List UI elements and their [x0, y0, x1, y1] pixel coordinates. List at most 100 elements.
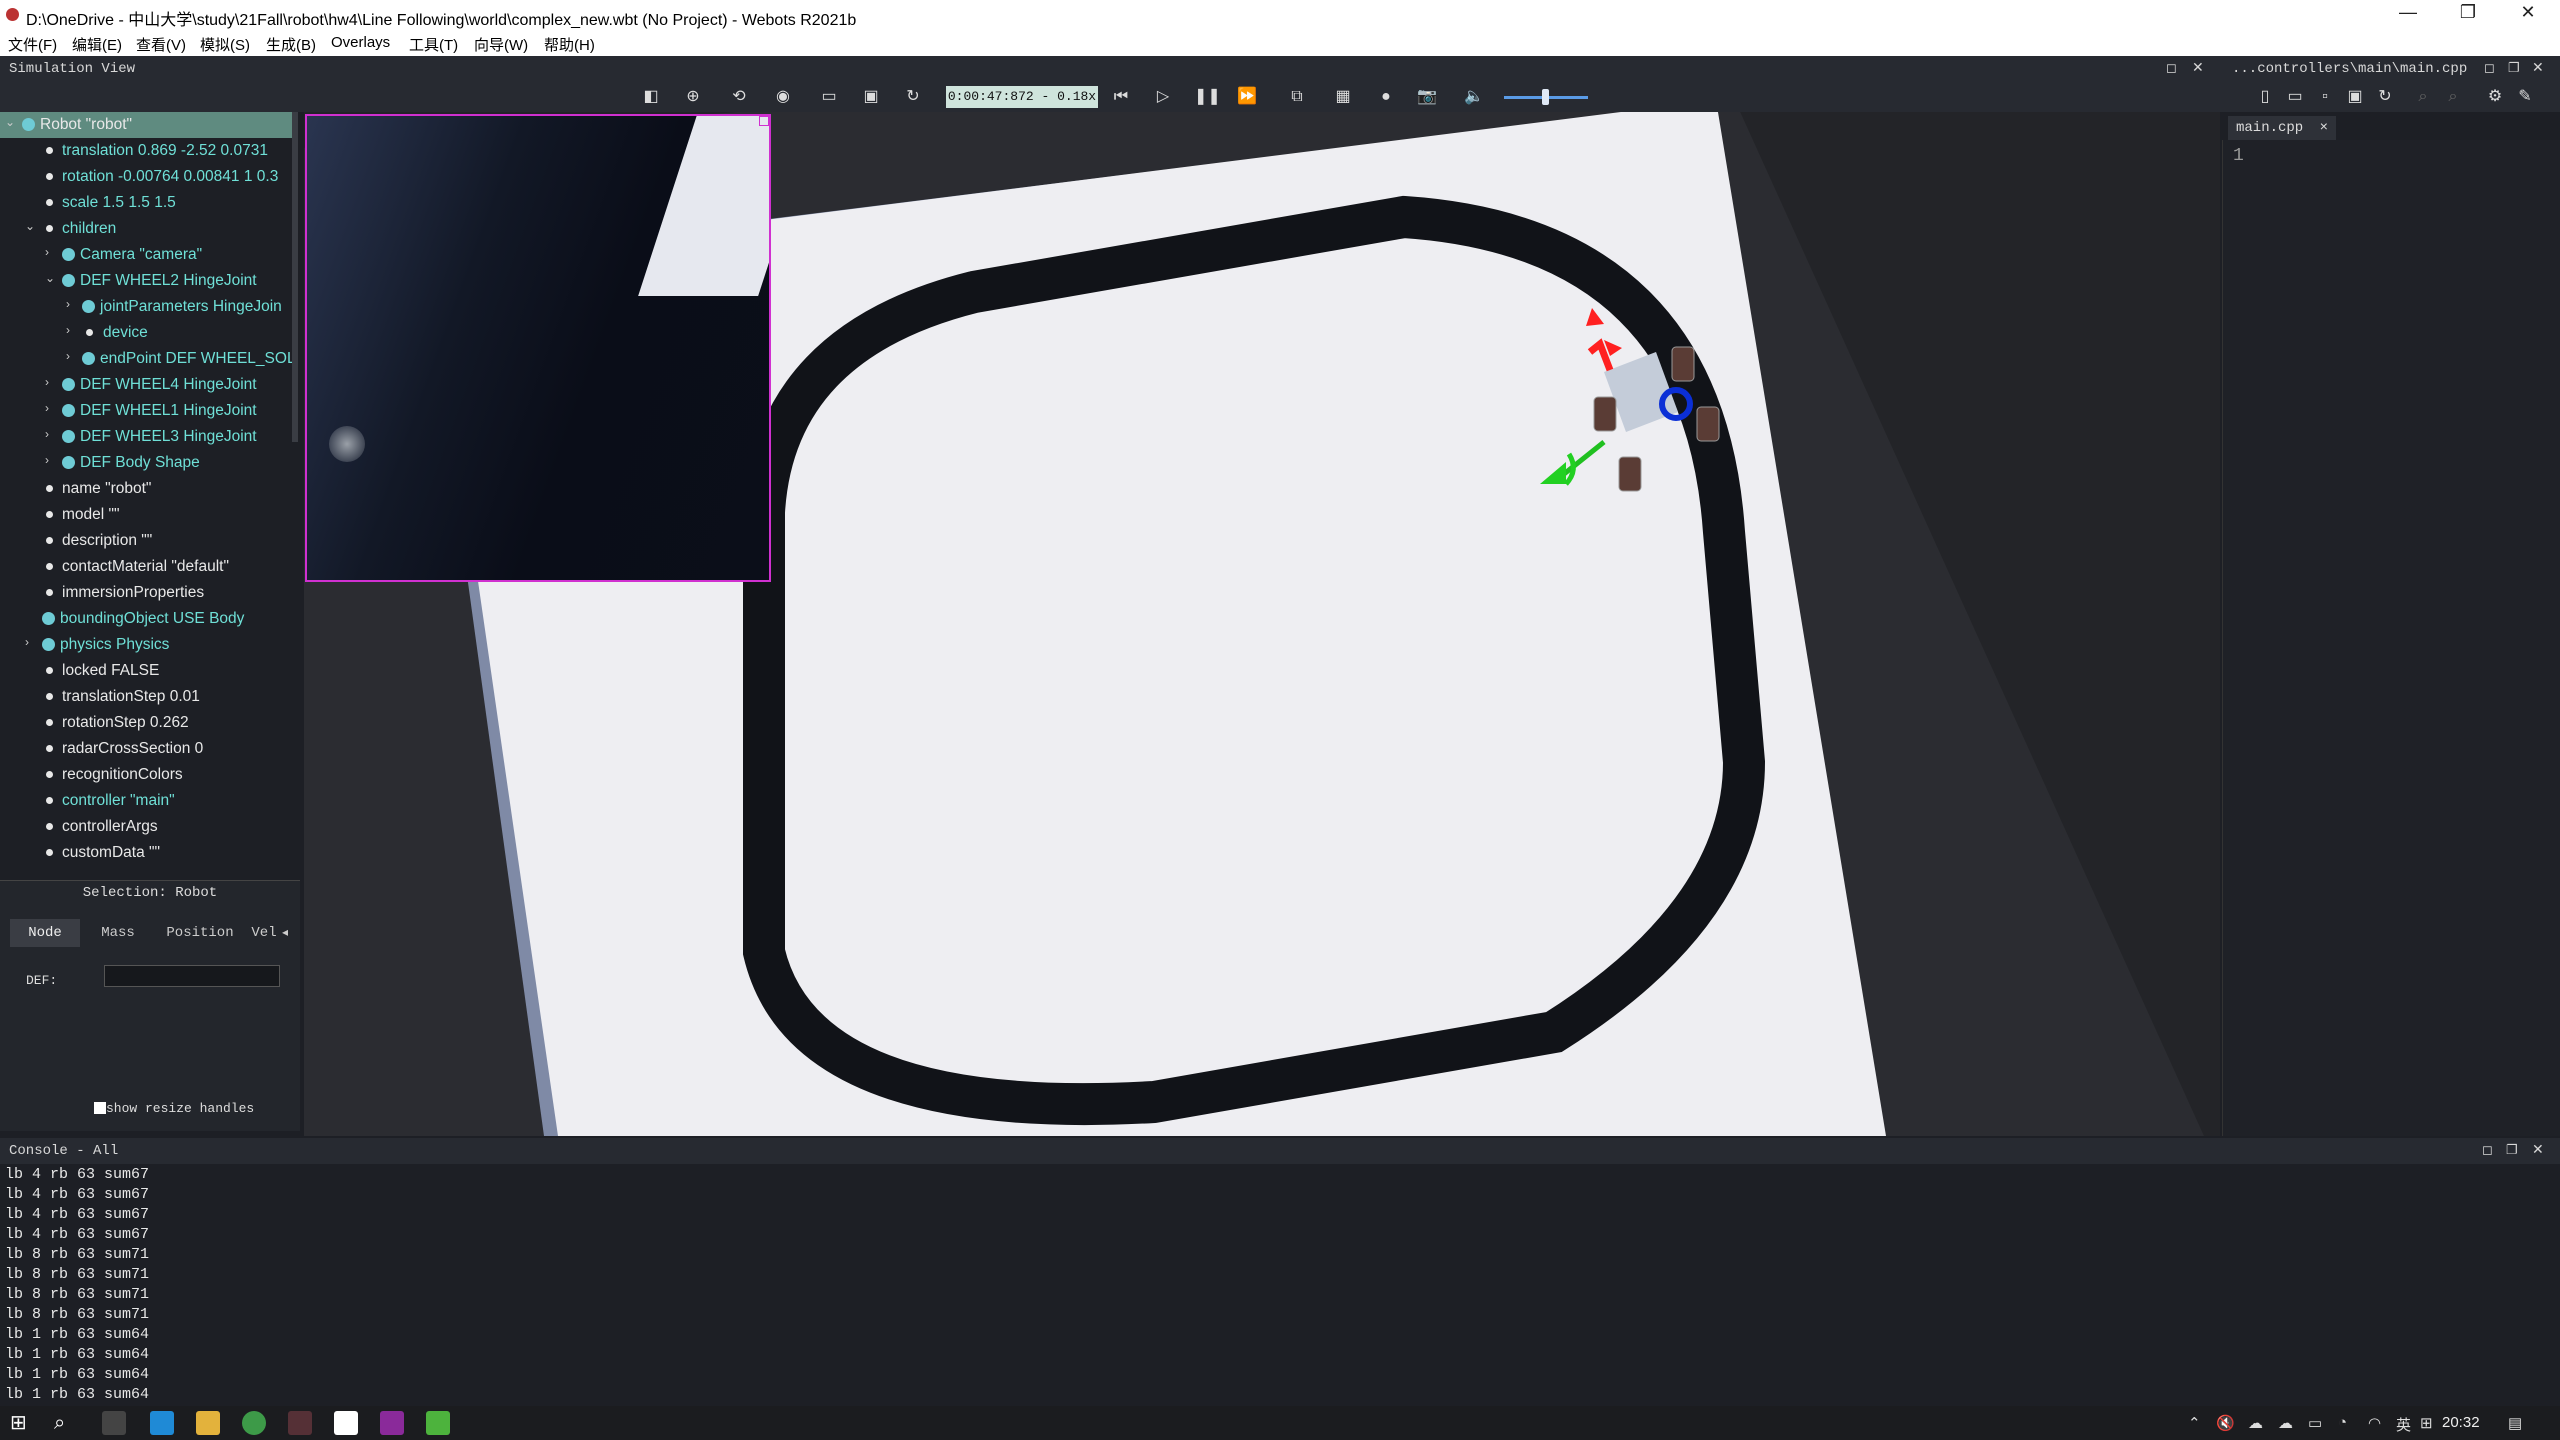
maximize-panel-icon[interactable]: ❐: [2508, 60, 2520, 76]
clock[interactable]: 20:32: [2442, 1414, 2480, 1431]
tray-chevron-icon[interactable]: ⌃: [2188, 1414, 2201, 1432]
save-file-icon[interactable]: ▫: [2314, 86, 2336, 108]
reset-simulation-icon[interactable]: ⏮: [1110, 86, 1132, 108]
add-node-icon[interactable]: ⊕: [682, 86, 704, 108]
open-file-icon[interactable]: ▭: [2284, 86, 2306, 108]
clean-icon[interactable]: ✎: [2514, 86, 2536, 108]
tree-item-robot[interactable]: ⌄ Robot "robot": [0, 112, 292, 138]
code-editor[interactable]: 1: [2222, 140, 2560, 1136]
tab-position[interactable]: Position: [156, 919, 244, 947]
scene-tree-scrollbar[interactable]: [292, 112, 298, 442]
close-panel-icon[interactable]: ✕: [2532, 1141, 2544, 1158]
menu-edit[interactable]: 编辑(E): [72, 34, 122, 55]
tab-mass[interactable]: Mass: [84, 919, 152, 947]
def-input[interactable]: [104, 965, 280, 987]
ide-icon[interactable]: [380, 1411, 404, 1435]
expand-arrow-icon[interactable]: ›: [45, 375, 49, 389]
menu-wizards[interactable]: 向导(W): [474, 34, 528, 55]
new-file-icon[interactable]: ▯: [2254, 86, 2276, 108]
menu-file[interactable]: 文件(F): [8, 34, 57, 55]
build-settings-icon[interactable]: ⚙: [2484, 86, 2506, 108]
maximize-button[interactable]: ❐: [2448, 2, 2488, 23]
network-icon[interactable]: ◔: [2338, 1414, 2347, 1431]
menu-help[interactable]: 帮助(H): [544, 34, 595, 55]
close-window-button[interactable]: ✕: [2508, 2, 2548, 23]
menu-overlays[interactable]: Overlays: [331, 34, 390, 51]
record-animation-icon[interactable]: ●: [1375, 86, 1397, 108]
expand-arrow-icon[interactable]: ›: [45, 401, 49, 415]
float-panel-icon[interactable]: ◻: [2166, 60, 2177, 76]
scene-tree[interactable]: ⌄ Robot "robot" translation 0.869 -2.52 …: [0, 112, 297, 872]
show-resize-handles-checkbox[interactable]: show resize handles: [94, 1101, 254, 1116]
screenshot-icon[interactable]: 📷: [1416, 86, 1438, 108]
tab-main-cpp[interactable]: main.cpp ×: [2228, 116, 2336, 140]
pause-icon[interactable]: ❚❚: [1194, 86, 1221, 108]
find-icon[interactable]: ⌕: [2412, 86, 2434, 108]
maximize-panel-icon[interactable]: ❐: [2506, 1142, 2518, 1158]
file-explorer-icon[interactable]: [196, 1411, 220, 1435]
save-world-icon[interactable]: ▣: [860, 86, 882, 108]
vscode-icon[interactable]: [150, 1411, 174, 1435]
expand-arrow-icon[interactable]: ›: [66, 297, 70, 311]
onedrive-icon[interactable]: ☁: [2248, 1414, 2263, 1432]
ime-language[interactable]: 英: [2396, 1414, 2411, 1435]
wifi-icon[interactable]: ◠: [2368, 1414, 2381, 1432]
collapse-arrow-icon[interactable]: ⌄: [5, 115, 15, 129]
expand-arrow-icon[interactable]: ›: [66, 323, 70, 337]
menu-view[interactable]: 查看(V): [136, 34, 186, 55]
cloud-icon[interactable]: ☁: [2278, 1414, 2293, 1432]
field-bullet: [46, 589, 53, 596]
camera-overlay[interactable]: [305, 114, 771, 582]
collapse-arrow-icon[interactable]: ⌄: [25, 219, 35, 233]
notification-icon[interactable]: ▤: [2508, 1414, 2522, 1432]
node-icon: [42, 612, 55, 625]
menu-simulation[interactable]: 模拟(S): [200, 34, 250, 55]
tab-velocity[interactable]: Vel: [248, 919, 280, 947]
volume-slider-handle[interactable]: [1542, 89, 1549, 105]
menu-build[interactable]: 生成(B): [266, 34, 316, 55]
replace-icon[interactable]: ⌕: [2442, 86, 2464, 108]
volume-muted-icon[interactable]: 🔇: [2216, 1414, 2235, 1432]
toggle-scene-tree-icon[interactable]: ◧: [640, 86, 662, 108]
float-panel-icon[interactable]: ◻: [2482, 1142, 2493, 1158]
rendering-icon[interactable]: ⧉: [1286, 86, 1308, 108]
tab-scroll-left-icon[interactable]: ◂: [282, 925, 288, 939]
wechat-icon[interactable]: [426, 1411, 450, 1435]
menu-tools[interactable]: 工具(T): [409, 34, 458, 55]
viewpoint-icon[interactable]: ⟲: [728, 86, 750, 108]
close-panel-icon[interactable]: ✕: [2192, 59, 2204, 76]
revert-icon[interactable]: ↻: [2374, 86, 2396, 108]
overlay-resize-handle[interactable]: [759, 116, 769, 126]
fast-forward-icon[interactable]: ⏩: [1236, 86, 1258, 108]
step-icon[interactable]: ▷: [1152, 86, 1174, 108]
ime-mode-icon[interactable]: ⊞: [2420, 1414, 2433, 1432]
float-panel-icon[interactable]: ◻: [2484, 60, 2495, 76]
start-windows-icon[interactable]: ⊞: [10, 1411, 34, 1435]
close-panel-icon[interactable]: ✕: [2532, 59, 2544, 76]
expand-arrow-icon[interactable]: ›: [25, 635, 29, 649]
terminal-icon[interactable]: [102, 1411, 126, 1435]
webots-taskbar-icon[interactable]: [288, 1411, 312, 1435]
battery-icon[interactable]: ▭: [2308, 1414, 2322, 1432]
typora-icon[interactable]: [334, 1411, 358, 1435]
chrome-icon[interactable]: [242, 1411, 266, 1435]
console-output[interactable]: lb 4 rb 63 sum67 lb 4 rb 63 sum67 lb 4 r…: [0, 1164, 2560, 1406]
sound-icon[interactable]: 🔈: [1463, 86, 1485, 108]
tree-item-label: translationStep 0.01: [62, 688, 200, 705]
eye-icon[interactable]: ◉: [772, 86, 794, 108]
3d-viewport[interactable]: [304, 112, 2220, 1136]
reload-world-icon[interactable]: ↻: [902, 86, 924, 108]
minimize-button[interactable]: —: [2388, 2, 2428, 23]
expand-arrow-icon[interactable]: ›: [66, 349, 70, 363]
checkbox-box[interactable]: [94, 1102, 106, 1114]
save-as-icon[interactable]: ▣: [2344, 86, 2366, 108]
expand-arrow-icon[interactable]: ›: [45, 453, 49, 467]
tab-node[interactable]: Node: [10, 919, 80, 947]
open-world-icon[interactable]: ▭: [818, 86, 840, 108]
search-icon[interactable]: ⌕: [54, 1411, 78, 1435]
close-tab-icon[interactable]: ×: [2320, 116, 2328, 140]
expand-arrow-icon[interactable]: ›: [45, 245, 49, 259]
record-movie-icon[interactable]: ▦: [1332, 86, 1354, 108]
expand-arrow-icon[interactable]: ›: [45, 427, 49, 441]
collapse-arrow-icon[interactable]: ⌄: [45, 271, 55, 285]
